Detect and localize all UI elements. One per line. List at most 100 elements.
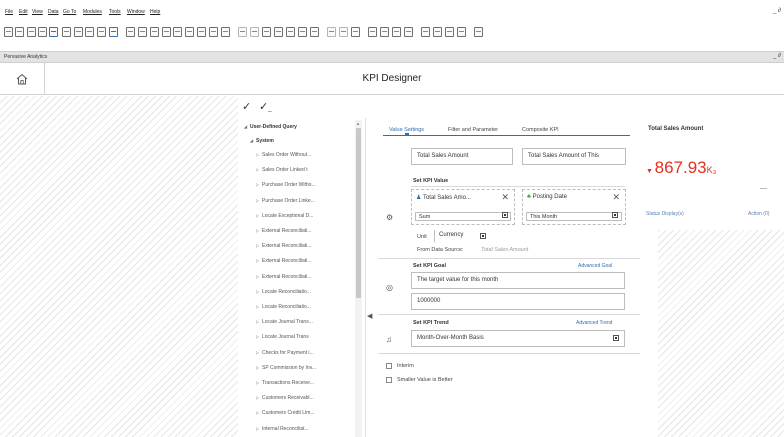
interim-checkbox[interactable] [386,363,392,369]
globe-icon[interactable] [49,27,58,37]
journal-icon[interactable] [286,27,295,37]
draw-icon[interactable] [327,27,336,37]
kpi-description-input[interactable]: Total Sales Amount of This [522,148,626,165]
tree-item[interactable]: ▷ External Reconciliati... [256,228,311,240]
window-controls[interactable]: _ ∂ [773,53,781,59]
chevron-down-icon[interactable] [613,335,619,341]
app-window-controls[interactable]: _ ∂ [773,8,781,14]
message-icon[interactable] [351,27,360,37]
tab-filter-parameter[interactable]: Filter and Parameter [448,127,498,133]
note-icon[interactable] [339,27,348,37]
tree-item[interactable]: ▷ External Reconciliati... [256,243,311,255]
tree-item[interactable]: ▷ Locate Journal Trans [256,334,309,346]
menu-view[interactable]: View [32,9,43,15]
calendar-icon[interactable] [368,27,377,37]
tree-item[interactable]: ▷ Purchase Order Witho... [256,182,316,194]
tree-item[interactable]: ▷ External Reconciliati... [256,274,311,286]
tab-composite-kpi[interactable]: Composite KPI [522,127,559,133]
tree-item[interactable]: ▷ Sales Order Without... [256,152,311,164]
sort-icon[interactable] [221,27,230,37]
tree-item[interactable]: ▷ Purchase Order Linke... [256,198,315,210]
checkmark-icon[interactable]: ✓ [242,100,251,113]
first-record-icon[interactable] [150,27,159,37]
calculator-icon[interactable] [380,27,389,37]
goal-description-input[interactable]: The target value for this month [411,272,625,289]
tree-item[interactable]: ▷ Checks for Payment i... [256,350,314,362]
preview-icon[interactable] [4,27,13,37]
smaller-better-checkbox[interactable] [386,377,392,383]
target-document-icon[interactable] [250,27,259,37]
tree-item[interactable]: ▷ Locate Reconciliatio... [256,289,311,301]
template-icon[interactable] [74,27,83,37]
trend-select[interactable]: Month-Over-Month Basis [411,330,625,347]
collapse-panel-icon[interactable]: ◀ [367,312,372,320]
document-icon[interactable] [62,27,71,37]
tree-item[interactable]: ▷ External Reconciliati... [256,258,311,270]
help-icon[interactable] [474,27,483,37]
users-icon[interactable] [404,27,413,37]
binoculars-icon[interactable] [126,27,135,37]
chevron-down-icon[interactable] [502,212,508,218]
chevron-down-icon[interactable] [480,233,486,239]
action-link[interactable]: Action (0) [748,211,769,217]
grid-icon[interactable] [445,27,454,37]
filter-icon[interactable] [209,27,218,37]
layout-icon[interactable] [310,27,319,37]
menu-file[interactable]: File [5,9,13,15]
aggregation-select[interactable]: Sum [415,212,511,221]
add-icon[interactable] [97,27,106,37]
check-save-icon[interactable]: ✓_ [259,100,272,113]
tree-item[interactable]: ▷ Locate Reconciliatio... [256,304,311,316]
gross-profit-icon[interactable] [274,27,283,37]
menu-goto[interactable]: Go To [63,9,76,15]
database-icon[interactable] [392,27,401,37]
add-record-icon[interactable] [138,27,147,37]
menu-data[interactable]: Data [48,9,59,15]
unit-select[interactable]: Currency [434,230,476,242]
tree-item[interactable]: ▷ Locate Journal Trans... [256,319,313,331]
chevron-down-icon[interactable] [612,212,618,218]
report-icon[interactable] [421,27,430,37]
period-select[interactable]: This Month [526,212,622,221]
refresh-icon[interactable] [197,27,206,37]
copy-icon[interactable] [85,27,94,37]
status-display-link[interactable]: Status Display(s) [646,211,684,217]
export-icon[interactable] [38,27,47,37]
tree-item[interactable]: ▷ Sales Order Linked t [256,167,308,179]
previous-record-icon[interactable] [162,27,171,37]
tree-group-system[interactable]: ◢ System [250,138,274,150]
settings-icon[interactable] [298,27,307,37]
advanced-trend-link[interactable]: Advanced Trend [576,320,612,326]
kpi-name-input[interactable]: Total Sales Amount [411,148,513,165]
field-card[interactable]: ♟ Total Sales Amo... ✕ Sum [411,189,515,225]
advanced-goal-link[interactable]: Advanced Goal [578,263,612,269]
tree-scrollbar-thumb[interactable] [356,128,361,298]
base-document-icon[interactable] [238,27,247,37]
find-icon[interactable] [109,27,118,37]
relationship-map-icon[interactable] [262,27,271,37]
tree-item[interactable]: ▷ Locate Exceptional D... [256,213,313,225]
close-icon[interactable]: ✕ [612,192,620,203]
tree-item[interactable]: ▷ Internal Reconciliat... [256,426,309,437]
tree-item[interactable]: ▷ SP Commission by Inv... [256,365,316,377]
tree-root[interactable]: ◢ User-Defined Query [244,124,297,136]
tree-item[interactable]: ▷ Customers Credit Lim... [256,410,315,422]
next-record-icon[interactable] [173,27,182,37]
alert-icon[interactable] [457,27,466,37]
last-record-icon[interactable] [185,27,194,37]
menu-modules[interactable]: Modules [83,9,102,15]
date-card[interactable]: ♣ Posting Date ✕ This Month [522,189,626,225]
tree-item[interactable]: ▷ Customers Receivabl... [256,395,314,407]
goal-value-input[interactable]: 1000000 [411,293,625,310]
scroll-up-icon[interactable]: ▲ [356,121,360,126]
menu-edit[interactable]: Edit [19,9,28,15]
email-icon[interactable] [27,27,36,37]
menu-help[interactable]: Help [150,9,160,15]
close-icon[interactable]: ✕ [501,192,509,203]
menu-tools[interactable]: Tools [109,9,121,15]
tree-scrollbar[interactable]: ▲ [355,120,362,437]
menu-window[interactable]: Window [127,9,145,15]
print-icon[interactable] [15,27,24,37]
chart-icon[interactable] [433,27,442,37]
tree-item[interactable]: ▷ Transactions Receive... [256,380,314,392]
